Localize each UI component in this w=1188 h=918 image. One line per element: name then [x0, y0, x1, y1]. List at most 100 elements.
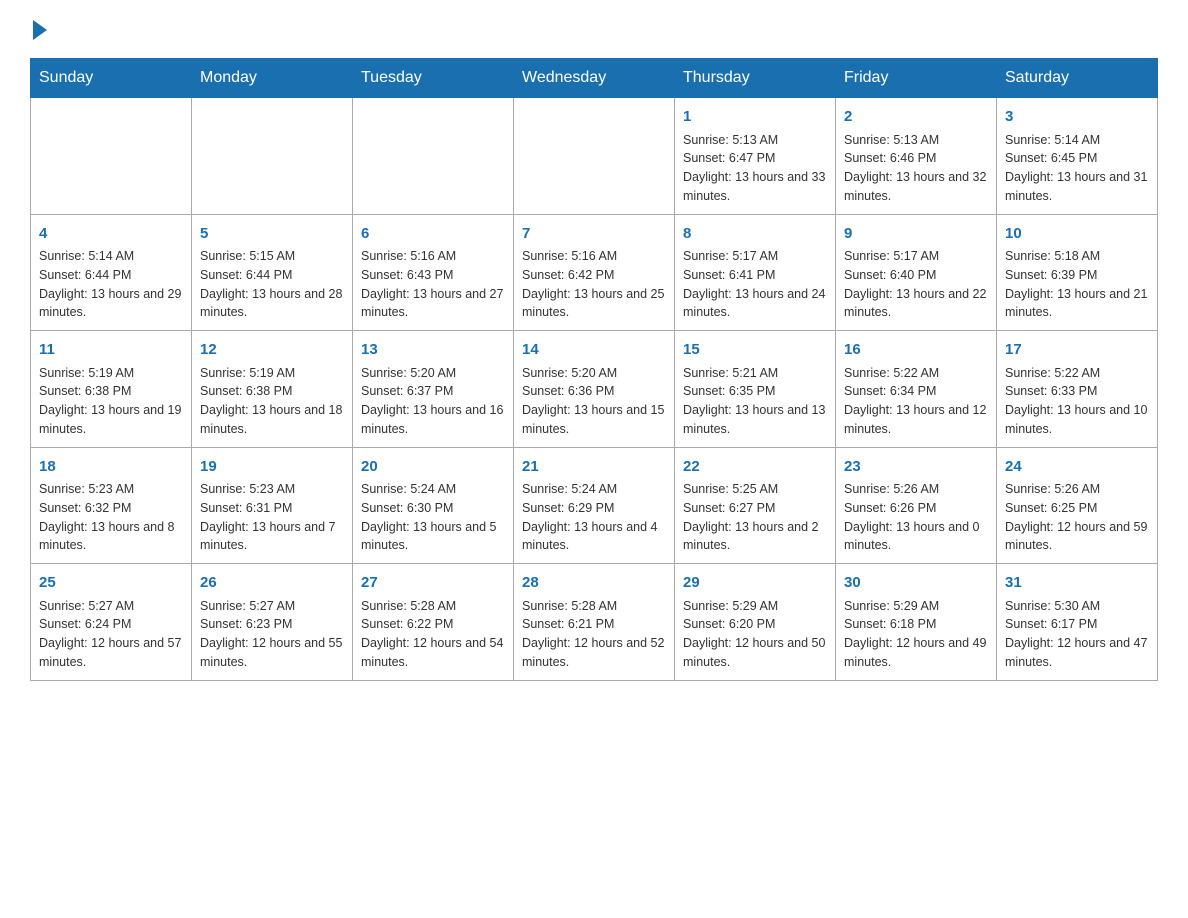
day-number: 31 [1005, 572, 1149, 595]
calendar-header-row: SundayMondayTuesdayWednesdayThursdayFrid… [31, 59, 1158, 98]
calendar-week-row: 25Sunrise: 5:27 AM Sunset: 6:24 PM Dayli… [31, 564, 1158, 681]
calendar-cell: 5Sunrise: 5:15 AM Sunset: 6:44 PM Daylig… [192, 214, 353, 331]
calendar-cell: 19Sunrise: 5:23 AM Sunset: 6:31 PM Dayli… [192, 447, 353, 564]
day-info: Sunrise: 5:15 AM Sunset: 6:44 PM Dayligh… [200, 247, 344, 322]
day-number: 20 [361, 456, 505, 479]
day-number: 3 [1005, 106, 1149, 129]
day-number: 2 [844, 106, 988, 129]
day-info: Sunrise: 5:16 AM Sunset: 6:42 PM Dayligh… [522, 247, 666, 322]
calendar-week-row: 4Sunrise: 5:14 AM Sunset: 6:44 PM Daylig… [31, 214, 1158, 331]
day-number: 25 [39, 572, 183, 595]
calendar-week-row: 1Sunrise: 5:13 AM Sunset: 6:47 PM Daylig… [31, 98, 1158, 215]
calendar-cell: 12Sunrise: 5:19 AM Sunset: 6:38 PM Dayli… [192, 331, 353, 448]
day-number: 1 [683, 106, 827, 129]
calendar-cell: 24Sunrise: 5:26 AM Sunset: 6:25 PM Dayli… [997, 447, 1158, 564]
day-info: Sunrise: 5:26 AM Sunset: 6:26 PM Dayligh… [844, 480, 988, 555]
calendar-cell [31, 98, 192, 215]
day-info: Sunrise: 5:23 AM Sunset: 6:32 PM Dayligh… [39, 480, 183, 555]
day-number: 8 [683, 223, 827, 246]
day-number: 10 [1005, 223, 1149, 246]
day-number: 26 [200, 572, 344, 595]
day-info: Sunrise: 5:26 AM Sunset: 6:25 PM Dayligh… [1005, 480, 1149, 555]
day-info: Sunrise: 5:20 AM Sunset: 6:37 PM Dayligh… [361, 364, 505, 439]
calendar-cell: 28Sunrise: 5:28 AM Sunset: 6:21 PM Dayli… [514, 564, 675, 681]
day-number: 28 [522, 572, 666, 595]
day-info: Sunrise: 5:30 AM Sunset: 6:17 PM Dayligh… [1005, 597, 1149, 672]
calendar-cell [353, 98, 514, 215]
calendar-cell: 21Sunrise: 5:24 AM Sunset: 6:29 PM Dayli… [514, 447, 675, 564]
calendar-cell: 11Sunrise: 5:19 AM Sunset: 6:38 PM Dayli… [31, 331, 192, 448]
day-number: 19 [200, 456, 344, 479]
day-info: Sunrise: 5:13 AM Sunset: 6:46 PM Dayligh… [844, 131, 988, 206]
day-info: Sunrise: 5:13 AM Sunset: 6:47 PM Dayligh… [683, 131, 827, 206]
calendar-week-row: 11Sunrise: 5:19 AM Sunset: 6:38 PM Dayli… [31, 331, 1158, 448]
day-info: Sunrise: 5:21 AM Sunset: 6:35 PM Dayligh… [683, 364, 827, 439]
page-header [30, 20, 1158, 40]
calendar-cell: 30Sunrise: 5:29 AM Sunset: 6:18 PM Dayli… [836, 564, 997, 681]
calendar-table: SundayMondayTuesdayWednesdayThursdayFrid… [30, 58, 1158, 681]
calendar-cell: 20Sunrise: 5:24 AM Sunset: 6:30 PM Dayli… [353, 447, 514, 564]
day-info: Sunrise: 5:25 AM Sunset: 6:27 PM Dayligh… [683, 480, 827, 555]
day-number: 9 [844, 223, 988, 246]
calendar-cell: 29Sunrise: 5:29 AM Sunset: 6:20 PM Dayli… [675, 564, 836, 681]
calendar-cell: 2Sunrise: 5:13 AM Sunset: 6:46 PM Daylig… [836, 98, 997, 215]
day-number: 18 [39, 456, 183, 479]
day-number: 7 [522, 223, 666, 246]
day-number: 11 [39, 339, 183, 362]
day-number: 4 [39, 223, 183, 246]
day-info: Sunrise: 5:20 AM Sunset: 6:36 PM Dayligh… [522, 364, 666, 439]
day-number: 6 [361, 223, 505, 246]
calendar-weekday-wednesday: Wednesday [514, 59, 675, 98]
day-number: 5 [200, 223, 344, 246]
calendar-cell: 27Sunrise: 5:28 AM Sunset: 6:22 PM Dayli… [353, 564, 514, 681]
calendar-week-row: 18Sunrise: 5:23 AM Sunset: 6:32 PM Dayli… [31, 447, 1158, 564]
calendar-cell: 14Sunrise: 5:20 AM Sunset: 6:36 PM Dayli… [514, 331, 675, 448]
day-info: Sunrise: 5:16 AM Sunset: 6:43 PM Dayligh… [361, 247, 505, 322]
day-number: 24 [1005, 456, 1149, 479]
calendar-weekday-tuesday: Tuesday [353, 59, 514, 98]
day-number: 22 [683, 456, 827, 479]
calendar-cell [192, 98, 353, 215]
calendar-cell [514, 98, 675, 215]
day-info: Sunrise: 5:27 AM Sunset: 6:24 PM Dayligh… [39, 597, 183, 672]
calendar-cell: 3Sunrise: 5:14 AM Sunset: 6:45 PM Daylig… [997, 98, 1158, 215]
day-number: 13 [361, 339, 505, 362]
day-info: Sunrise: 5:24 AM Sunset: 6:29 PM Dayligh… [522, 480, 666, 555]
day-info: Sunrise: 5:24 AM Sunset: 6:30 PM Dayligh… [361, 480, 505, 555]
day-info: Sunrise: 5:28 AM Sunset: 6:21 PM Dayligh… [522, 597, 666, 672]
calendar-cell: 22Sunrise: 5:25 AM Sunset: 6:27 PM Dayli… [675, 447, 836, 564]
day-number: 16 [844, 339, 988, 362]
calendar-weekday-friday: Friday [836, 59, 997, 98]
day-info: Sunrise: 5:19 AM Sunset: 6:38 PM Dayligh… [200, 364, 344, 439]
day-info: Sunrise: 5:23 AM Sunset: 6:31 PM Dayligh… [200, 480, 344, 555]
day-number: 30 [844, 572, 988, 595]
calendar-cell: 9Sunrise: 5:17 AM Sunset: 6:40 PM Daylig… [836, 214, 997, 331]
calendar-cell: 18Sunrise: 5:23 AM Sunset: 6:32 PM Dayli… [31, 447, 192, 564]
logo-arrow-icon [33, 20, 47, 40]
day-number: 23 [844, 456, 988, 479]
day-info: Sunrise: 5:19 AM Sunset: 6:38 PM Dayligh… [39, 364, 183, 439]
day-info: Sunrise: 5:22 AM Sunset: 6:33 PM Dayligh… [1005, 364, 1149, 439]
calendar-cell: 16Sunrise: 5:22 AM Sunset: 6:34 PM Dayli… [836, 331, 997, 448]
day-info: Sunrise: 5:17 AM Sunset: 6:41 PM Dayligh… [683, 247, 827, 322]
day-info: Sunrise: 5:29 AM Sunset: 6:20 PM Dayligh… [683, 597, 827, 672]
calendar-weekday-thursday: Thursday [675, 59, 836, 98]
calendar-cell: 25Sunrise: 5:27 AM Sunset: 6:24 PM Dayli… [31, 564, 192, 681]
day-number: 27 [361, 572, 505, 595]
calendar-cell: 31Sunrise: 5:30 AM Sunset: 6:17 PM Dayli… [997, 564, 1158, 681]
calendar-cell: 17Sunrise: 5:22 AM Sunset: 6:33 PM Dayli… [997, 331, 1158, 448]
day-number: 12 [200, 339, 344, 362]
day-number: 29 [683, 572, 827, 595]
calendar-cell: 13Sunrise: 5:20 AM Sunset: 6:37 PM Dayli… [353, 331, 514, 448]
calendar-cell: 26Sunrise: 5:27 AM Sunset: 6:23 PM Dayli… [192, 564, 353, 681]
day-number: 14 [522, 339, 666, 362]
day-info: Sunrise: 5:17 AM Sunset: 6:40 PM Dayligh… [844, 247, 988, 322]
day-info: Sunrise: 5:22 AM Sunset: 6:34 PM Dayligh… [844, 364, 988, 439]
calendar-weekday-monday: Monday [192, 59, 353, 98]
calendar-cell: 6Sunrise: 5:16 AM Sunset: 6:43 PM Daylig… [353, 214, 514, 331]
day-info: Sunrise: 5:18 AM Sunset: 6:39 PM Dayligh… [1005, 247, 1149, 322]
calendar-cell: 1Sunrise: 5:13 AM Sunset: 6:47 PM Daylig… [675, 98, 836, 215]
day-info: Sunrise: 5:27 AM Sunset: 6:23 PM Dayligh… [200, 597, 344, 672]
day-info: Sunrise: 5:14 AM Sunset: 6:45 PM Dayligh… [1005, 131, 1149, 206]
day-number: 21 [522, 456, 666, 479]
